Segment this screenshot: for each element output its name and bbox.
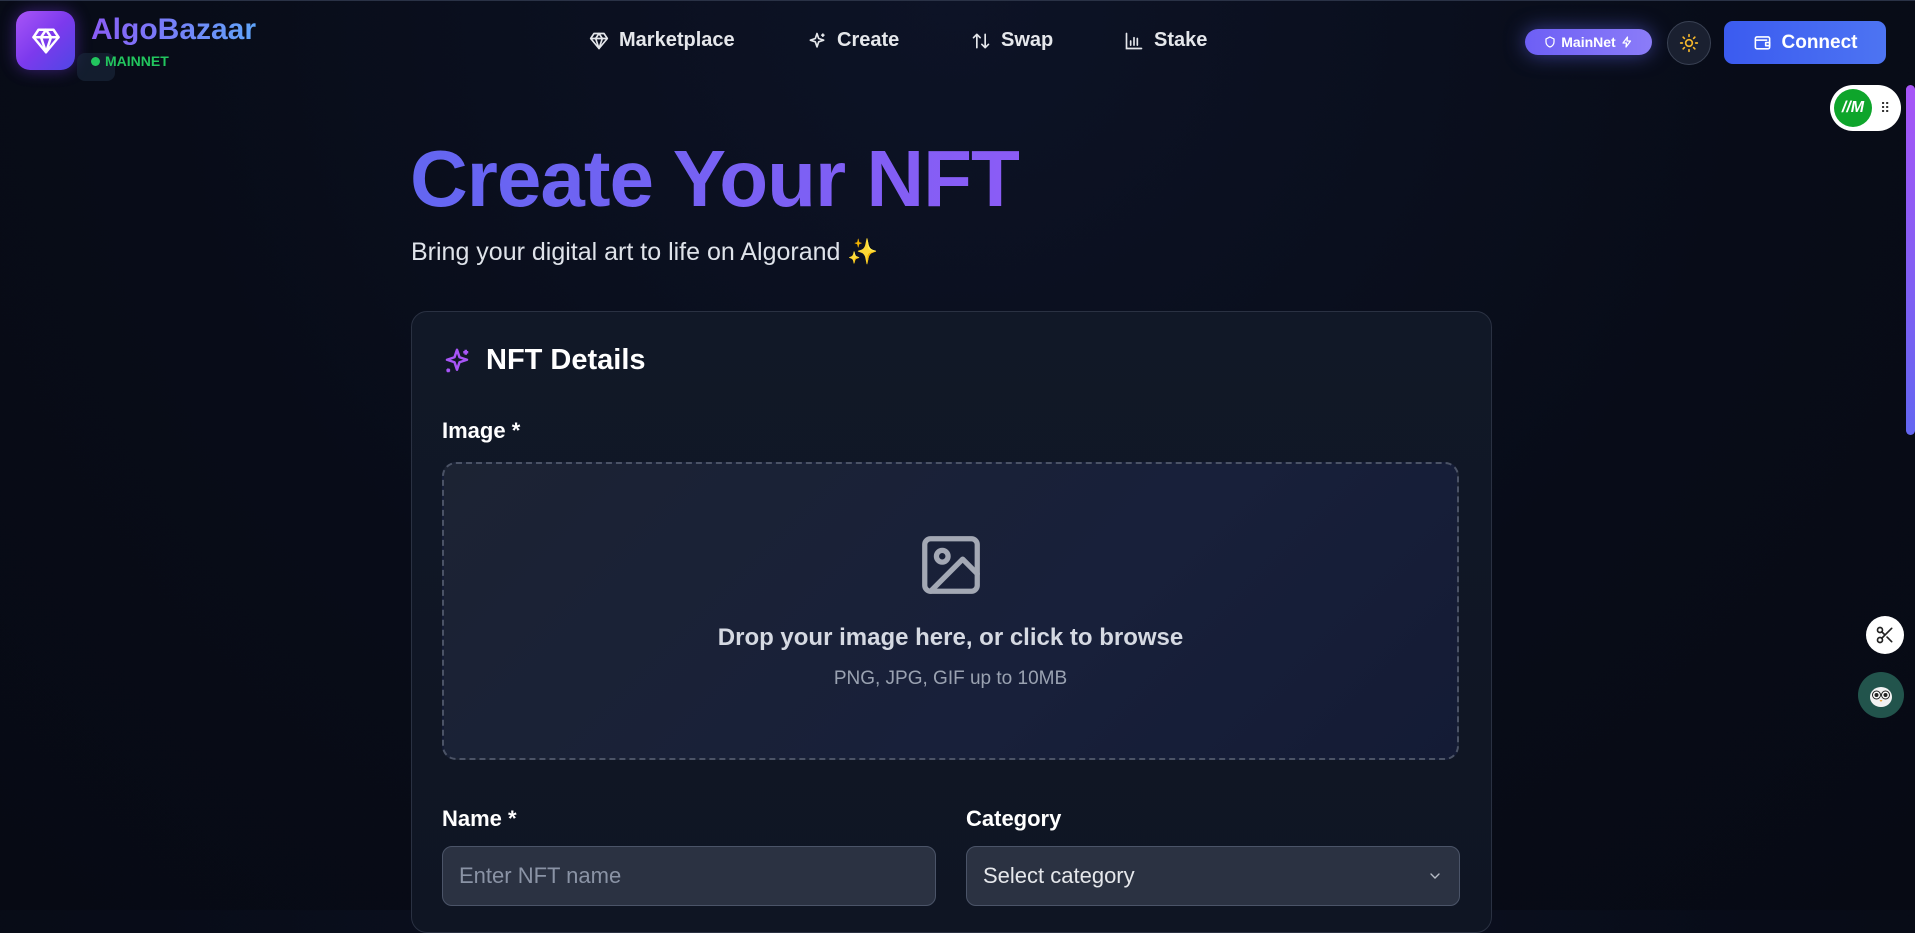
- status-dot-icon: [91, 56, 100, 66]
- network-badge-label: MainNet: [1561, 34, 1616, 50]
- network-badge[interactable]: MainNet: [1525, 29, 1652, 55]
- nft-name-input[interactable]: [442, 846, 936, 906]
- brand-logo[interactable]: [16, 11, 75, 70]
- connect-wallet-button[interactable]: Connect: [1724, 21, 1886, 64]
- assistant-owl-button[interactable]: [1858, 672, 1904, 718]
- image-dropzone[interactable]: Drop your image here, or click to browse…: [442, 462, 1459, 760]
- card-header: NFT Details: [442, 344, 646, 377]
- image-upload-icon: [921, 536, 980, 594]
- gem-icon: [589, 32, 609, 49]
- drag-handle-icon[interactable]: ⠿: [1880, 101, 1891, 115]
- network-status: MAINNET: [91, 53, 169, 69]
- page-title: Create Your NFT: [410, 134, 1020, 223]
- category-label: Category: [966, 806, 1062, 831]
- nav-stake-label: Stake: [1154, 29, 1208, 51]
- sun-icon: [1679, 33, 1699, 53]
- lightning-icon: [1622, 36, 1631, 48]
- nav-create[interactable]: Create: [807, 29, 899, 52]
- nft-details-card: NFT Details Image * Drop your image here…: [411, 311, 1492, 933]
- nav-swap[interactable]: Swap: [971, 29, 1053, 52]
- brand-name[interactable]: AlgoBazaar: [91, 13, 256, 47]
- scrollbar-thumb[interactable]: [1906, 85, 1915, 435]
- page-subtitle: Bring your digital art to life on Algora…: [411, 238, 879, 266]
- top-navigation-bar: AlgoBazaar MAINNET Marketplace Create Sw…: [0, 0, 1915, 81]
- wallet-icon: [1754, 36, 1770, 50]
- image-label: Image *: [442, 418, 521, 443]
- nav-marketplace-label: Marketplace: [619, 29, 735, 51]
- category-select[interactable]: Select category: [966, 846, 1460, 906]
- scissors-icon: [1876, 626, 1893, 644]
- gem-logo-icon: [31, 28, 60, 53]
- nav-create-label: Create: [837, 29, 900, 51]
- sparkles-icon: [445, 348, 469, 372]
- owl-icon: [1870, 687, 1892, 707]
- sparkles-icon: [809, 32, 825, 48]
- extension-logo-icon: //M: [1834, 89, 1872, 127]
- swap-arrows-icon: [972, 33, 990, 49]
- category-select-value: Select category: [983, 863, 1135, 888]
- extension-widget[interactable]: //M ⠿: [1830, 85, 1901, 131]
- connect-wallet-label: Connect: [1781, 31, 1858, 53]
- floating-tool-button[interactable]: [1866, 616, 1904, 654]
- nav-marketplace[interactable]: Marketplace: [589, 29, 735, 52]
- card-title: NFT Details: [486, 344, 646, 376]
- dropzone-title: Drop your image here, or click to browse: [717, 624, 1184, 651]
- bar-chart-icon: [1125, 32, 1143, 49]
- shield-icon: [1545, 36, 1555, 48]
- chevron-down-icon: [1430, 873, 1440, 879]
- nav-stake[interactable]: Stake: [1124, 29, 1207, 52]
- network-status-label: MAINNET: [105, 53, 169, 69]
- dropzone-hint: PNG, JPG, GIF up to 10MB: [833, 668, 1068, 689]
- nav-swap-label: Swap: [1001, 29, 1054, 51]
- theme-toggle-button[interactable]: [1667, 21, 1711, 65]
- name-label: Name *: [442, 806, 517, 831]
